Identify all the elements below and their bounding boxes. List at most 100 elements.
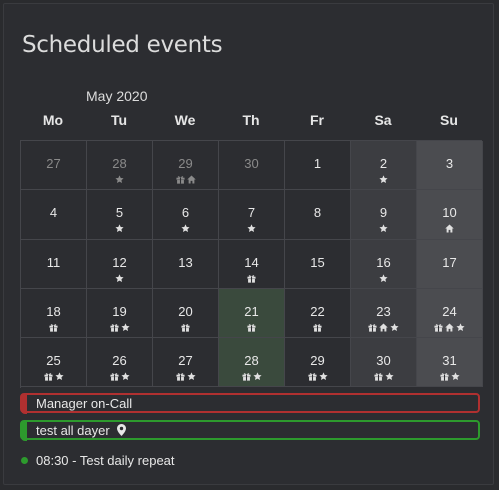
star-icon <box>247 224 256 233</box>
panel-title: Scheduled events <box>22 32 223 58</box>
day-event-icons <box>21 273 86 284</box>
gift-icon <box>49 323 58 332</box>
weekday-header: Th <box>242 112 260 128</box>
calendar-day-cell[interactable]: 14 <box>219 239 285 289</box>
gift-icon <box>181 323 190 332</box>
star-icon <box>115 274 124 283</box>
day-event-icons <box>285 371 350 382</box>
calendar-day-cell[interactable]: 31 <box>417 338 483 388</box>
calendar-day-cell[interactable]: 5 <box>87 190 153 240</box>
day-number: 1 <box>313 156 322 171</box>
calendar-day-cell[interactable]: 12 <box>87 239 153 289</box>
calendar-day-cell[interactable]: 26 <box>87 338 153 388</box>
map-pin-icon <box>117 423 127 441</box>
day-number: 28 <box>112 156 127 171</box>
day-number: 3 <box>445 156 454 171</box>
calendar-day-cell[interactable]: 3 <box>417 141 483 191</box>
day-number: 5 <box>115 205 124 221</box>
day-number: 24 <box>442 303 457 319</box>
day-number: 18 <box>46 303 61 319</box>
calendar-day-cell[interactable]: 24 <box>417 288 483 339</box>
star-icon <box>379 175 388 184</box>
calendar-day-cell[interactable]: 7 <box>219 190 285 240</box>
calendar-grid: 27 28 29 30 1 2 3 4 5 6 7 8 9 10 11 12 13 14 15 16 17 18 19 20 2… <box>20 140 483 388</box>
calendar-day-cell[interactable]: 29 <box>285 338 351 388</box>
day-event-icons <box>219 223 284 234</box>
calendar-day-cell[interactable]: 27 <box>21 141 87 191</box>
calendar-day-cell[interactable]: 20 <box>153 288 219 339</box>
day-event-icons <box>351 174 416 185</box>
event-manager-on-call[interactable]: Manager on-Call <box>20 393 480 414</box>
calendar-day-cell[interactable]: 10 <box>417 190 483 240</box>
star-icon <box>181 224 190 233</box>
timed-event-daily-repeat[interactable]: 08:30 - Test daily repeat <box>21 453 175 468</box>
calendar-day-cell[interactable]: 4 <box>21 190 87 240</box>
calendar-day-cell[interactable]: 15 <box>285 239 351 289</box>
day-event-icons <box>87 223 152 234</box>
star-icon <box>379 274 388 283</box>
day-event-icons <box>153 322 218 333</box>
star-icon <box>318 372 328 381</box>
day-event-icons <box>21 371 86 382</box>
calendar-day-cell[interactable]: 16 <box>351 239 417 289</box>
home-icon <box>445 323 454 332</box>
calendar-day-cell[interactable]: 25 <box>21 338 87 388</box>
day-number: 6 <box>181 205 190 221</box>
day-event-icons <box>219 371 284 382</box>
day-number: 30 <box>244 156 259 171</box>
day-number: 4 <box>49 205 58 221</box>
event-label: test all dayer <box>36 423 110 438</box>
gift-icon <box>434 323 443 332</box>
calendar-day-cell[interactable]: 1 <box>285 141 351 191</box>
weekday-header: Tu <box>110 112 128 128</box>
calendar-day-cell[interactable]: 2 <box>351 141 417 191</box>
day-event-icons <box>351 223 416 234</box>
day-event-icons <box>285 223 350 234</box>
day-event-icons <box>21 322 86 333</box>
calendar-day-cell[interactable]: 27 <box>153 338 219 388</box>
calendar-day-cell[interactable]: 8 <box>285 190 351 240</box>
day-number: 28 <box>244 353 259 369</box>
day-number: 16 <box>376 254 391 270</box>
star-icon <box>456 323 465 332</box>
day-number: 25 <box>46 353 61 369</box>
star-icon <box>115 224 124 233</box>
calendar-day-cell[interactable]: 29 <box>153 141 219 191</box>
calendar-month-label: May 2020 <box>86 88 148 104</box>
gift-icon <box>247 323 256 332</box>
calendar-day-cell[interactable]: 11 <box>21 239 87 289</box>
calendar-day-cell[interactable]: 18 <box>21 288 87 339</box>
home-icon <box>379 323 388 332</box>
day-event-icons <box>87 174 152 185</box>
day-number: 23 <box>376 303 391 319</box>
star-icon <box>379 224 388 233</box>
calendar-day-cell[interactable]: 13 <box>153 239 219 289</box>
day-event-icons <box>417 322 482 333</box>
calendar-day-cell[interactable]: 6 <box>153 190 219 240</box>
day-number: 29 <box>178 156 193 171</box>
star-icon <box>54 372 64 381</box>
day-event-icons <box>417 174 482 185</box>
day-number: 29 <box>310 353 325 369</box>
event-test-all-dayer[interactable]: test all dayer <box>20 420 480 441</box>
calendar-day-cell[interactable]: 9 <box>351 190 417 240</box>
calendar-day-cell[interactable]: 30 <box>219 141 285 191</box>
calendar-day-cell[interactable]: 21 <box>219 288 285 339</box>
calendar-day-cell[interactable]: 28 <box>87 141 153 191</box>
star-icon <box>450 372 460 381</box>
calendar-day-cell[interactable]: 17 <box>417 239 483 289</box>
calendar-day-cell[interactable]: 23 <box>351 288 417 339</box>
day-event-icons <box>285 322 350 333</box>
calendar-day-cell[interactable]: 28 <box>219 338 285 388</box>
calendar-day-cell[interactable]: 22 <box>285 288 351 339</box>
weekday-header: Mo <box>42 112 64 128</box>
gift-icon <box>175 175 185 184</box>
weekday-header: We <box>174 112 196 128</box>
calendar-day-cell[interactable]: 19 <box>87 288 153 339</box>
calendar-day-cell[interactable]: 30 <box>351 338 417 388</box>
gift-icon <box>307 372 317 381</box>
day-number: 22 <box>310 303 325 319</box>
day-event-icons <box>417 223 482 234</box>
timed-event-label: 08:30 - Test daily repeat <box>36 453 175 468</box>
event-color-accent <box>21 421 27 441</box>
